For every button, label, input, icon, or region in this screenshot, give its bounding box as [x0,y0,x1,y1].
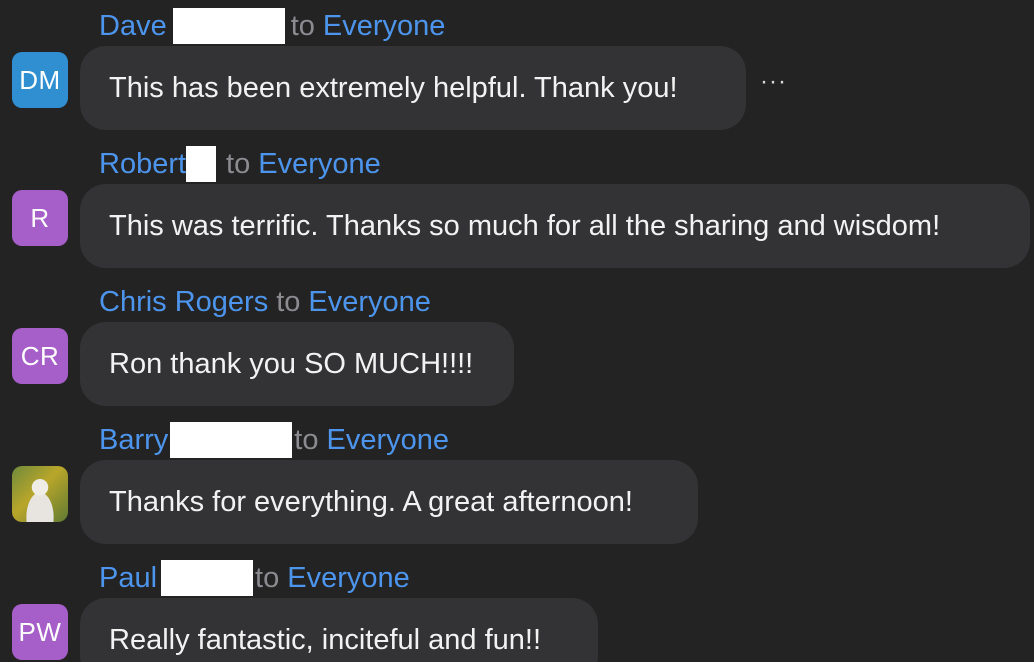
recipient-name[interactable]: Everyone [287,560,410,596]
avatar[interactable]: DM [12,52,68,108]
redaction-box [170,422,293,458]
avatar-initials: CR [20,340,60,371]
message-text: This was terrific. Thanks so much for al… [109,209,941,242]
sender-name[interactable]: Dave [99,8,167,44]
sender-name[interactable]: Robert [99,146,186,182]
avatar[interactable] [12,466,68,522]
chat-message: Paul to Everyone PW Really fantastic, in… [0,552,1034,662]
chat-message: Dave to Everyone DM This has been extrem… [0,0,1034,138]
to-label: to [290,10,315,42]
avatar[interactable]: CR [12,328,68,384]
redaction-box [186,146,217,182]
message-header: Dave to Everyone [99,8,445,44]
redaction-box [161,560,254,596]
to-label: to [294,424,319,456]
message-bubble[interactable]: Ron thank you SO MUCH!!!! [80,322,514,406]
message-bubble[interactable]: Really fantastic, inciteful and fun!! [80,598,598,662]
avatar[interactable]: PW [12,604,68,660]
message-text: Ron thank you SO MUCH!!!! [109,347,474,380]
message-text: This has been extremely helpful. Thank y… [109,71,678,104]
chat-message: Robert to Everyone R This was terrific. … [0,138,1034,276]
message-header: Paul to Everyone [99,560,410,596]
message-text: Really fantastic, inciteful and fun!! [109,623,542,656]
chat-message: Chris Rogers to Everyone CR Ron thank yo… [0,276,1034,414]
sender-name[interactable]: Paul [99,560,157,596]
message-text: Thanks for everything. A great afternoon… [109,485,633,518]
chat-panel: Dave to Everyone DM This has been extrem… [0,0,1034,662]
recipient-name[interactable]: Everyone [258,146,381,182]
message-bubble[interactable]: Thanks for everything. A great afternoon… [80,460,698,544]
to-label: to [226,148,251,180]
sender-name[interactable]: Barry [99,422,168,458]
avatar[interactable]: R [12,190,68,246]
message-header: Barry to Everyone [99,422,449,458]
avatar-initials: R [30,202,50,233]
to-label: to [255,562,280,594]
message-header: Robert to Everyone [99,146,381,182]
recipient-name[interactable]: Everyone [308,284,431,320]
avatar-initials: PW [18,616,62,647]
to-label: to [276,286,301,318]
message-bubble[interactable]: This has been extremely helpful. Thank y… [80,46,746,130]
avatar-initials: DM [19,64,61,95]
message-header: Chris Rogers to Everyone [99,284,431,320]
recipient-name[interactable]: Everyone [323,8,446,44]
redaction-box [172,8,285,44]
recipient-name[interactable]: Everyone [326,422,449,458]
chat-message: Barry to Everyone Thanks for everything.… [0,414,1034,552]
sender-name[interactable]: Chris Rogers [99,284,268,320]
more-options-button[interactable]: ··· [760,70,787,94]
message-bubble[interactable]: This was terrific. Thanks so much for al… [80,184,1030,268]
